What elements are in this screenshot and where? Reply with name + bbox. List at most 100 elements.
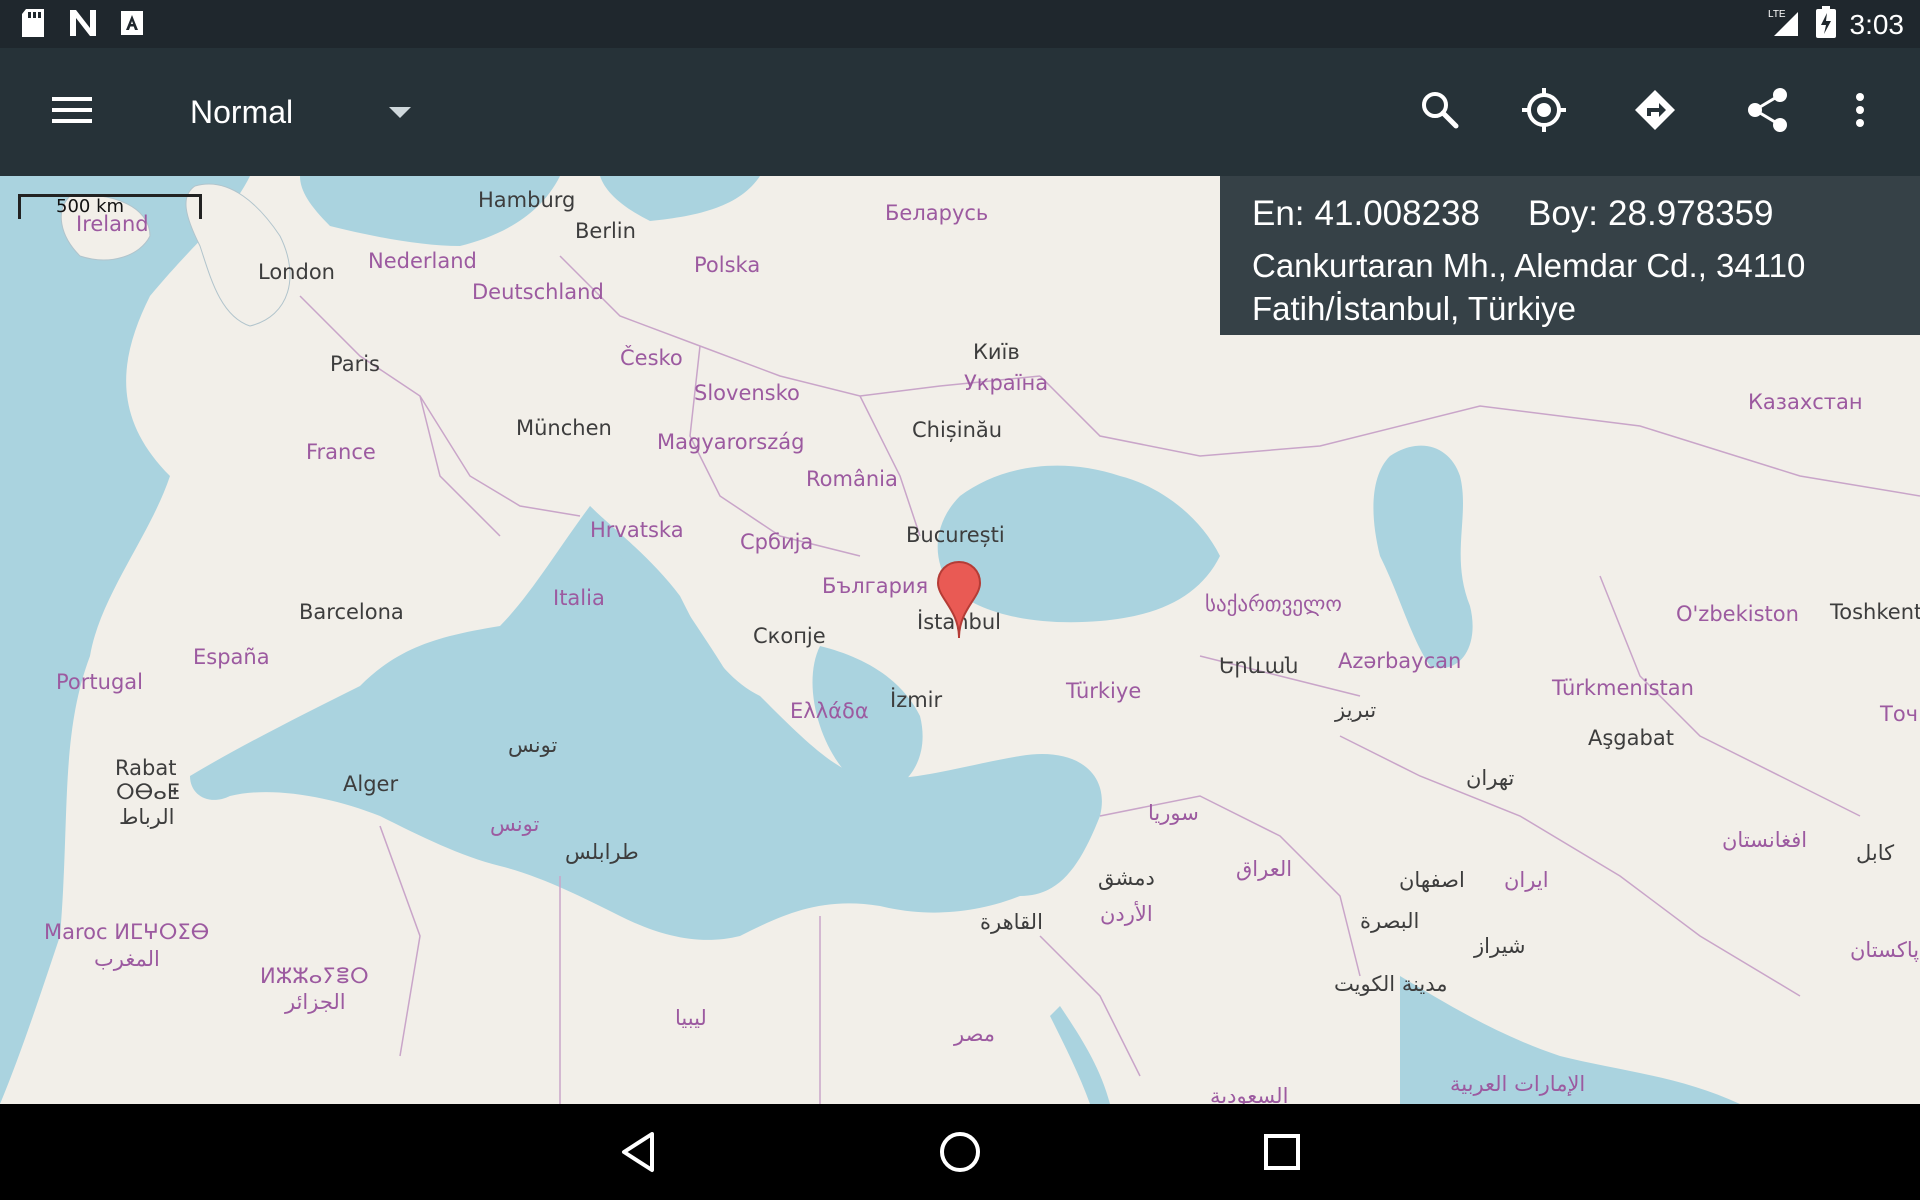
chevron-down-icon bbox=[389, 106, 412, 118]
map-label: تونس bbox=[490, 812, 540, 836]
map-label: Portugal bbox=[56, 670, 143, 694]
map-label: Azərbaycan bbox=[1338, 649, 1462, 673]
share-button[interactable] bbox=[1732, 76, 1804, 148]
back-button[interactable] bbox=[608, 1124, 668, 1184]
map-label: Hrvatska bbox=[590, 518, 684, 542]
map-label: دمشق bbox=[1098, 866, 1155, 890]
map-label: Paris bbox=[330, 352, 380, 376]
map-label: Nederland bbox=[368, 249, 477, 273]
map-label: Toshkent bbox=[1830, 600, 1920, 624]
map-label: Berlin bbox=[575, 219, 636, 243]
map-label: Magyarország bbox=[657, 430, 805, 454]
overflow-menu-button[interactable] bbox=[1824, 76, 1896, 148]
location-marker[interactable] bbox=[936, 560, 982, 645]
map-label: ليبيا bbox=[675, 1006, 707, 1030]
map-label: Скопје bbox=[753, 624, 826, 648]
map-label: Alger bbox=[343, 772, 399, 796]
map-label: España bbox=[193, 645, 270, 669]
map-label: كابل bbox=[1856, 841, 1895, 865]
sd-card-icon bbox=[20, 8, 46, 38]
map-label: Barcelona bbox=[299, 600, 404, 624]
menu-button[interactable] bbox=[36, 76, 108, 148]
map-label: العراق bbox=[1236, 857, 1293, 881]
map-label: الرباط bbox=[119, 805, 175, 829]
map-label: Türkmenistan bbox=[1552, 676, 1694, 700]
map-label: افغانستان bbox=[1722, 828, 1808, 852]
longitude-value: 28.978359 bbox=[1608, 194, 1774, 233]
map-label: O'zbekiston bbox=[1676, 602, 1799, 626]
longitude-label: Boy: bbox=[1528, 194, 1599, 233]
status-time: 3:03 bbox=[1849, 8, 1905, 40]
recents-icon bbox=[1263, 1133, 1301, 1176]
map-label: Ελλάδα bbox=[790, 699, 869, 723]
map-label: ⵔⴱⴰⵟ bbox=[116, 780, 180, 804]
n-app-icon bbox=[68, 8, 98, 38]
map-label: مدينة الكويت bbox=[1334, 972, 1448, 996]
map-label: Hamburg bbox=[478, 188, 576, 212]
map-label: München bbox=[516, 416, 612, 440]
back-icon bbox=[618, 1130, 658, 1179]
map-label: تونس bbox=[508, 733, 558, 757]
search-button[interactable] bbox=[1404, 76, 1476, 148]
my-location-button[interactable] bbox=[1508, 76, 1580, 148]
map-label: القاهرة bbox=[980, 910, 1043, 934]
map-label: Deutschland bbox=[472, 280, 604, 304]
share-icon bbox=[1746, 87, 1790, 138]
map-label: اصفهان bbox=[1399, 868, 1465, 892]
address-text: Cankurtaran Mh., Alemdar Cd., 34110 Fati… bbox=[1252, 244, 1892, 330]
location-info-panel: En: 41.008238 Boy: 28.978359 Cankurtaran… bbox=[1220, 176, 1920, 335]
map-type-label: Normal bbox=[190, 93, 294, 130]
map-label: Türkiye bbox=[1066, 679, 1142, 703]
address-line-2: Fatih/İstanbul, Türkiye bbox=[1252, 290, 1577, 327]
map-label: Երևան bbox=[1219, 654, 1299, 678]
map-label: پاکستان bbox=[1850, 938, 1920, 962]
app-toolbar: Normal bbox=[0, 48, 1920, 176]
overflow-icon bbox=[1854, 92, 1866, 133]
map-label: شیراز bbox=[1474, 934, 1526, 958]
map-label: Київ bbox=[973, 340, 1020, 364]
signal-icon: LTE bbox=[1768, 6, 1802, 43]
latitude-label: En: bbox=[1252, 194, 1305, 233]
map-label: Italia bbox=[553, 586, 605, 610]
map-label: București bbox=[906, 523, 1005, 547]
map-label: London bbox=[258, 260, 335, 284]
map-label: البصرة bbox=[1360, 909, 1420, 933]
map-label: Rabat bbox=[115, 756, 177, 780]
map-type-dropdown[interactable]: Normal bbox=[190, 76, 412, 148]
map-label: România bbox=[806, 467, 898, 491]
recents-button[interactable] bbox=[1252, 1124, 1312, 1184]
map-label: الأردن bbox=[1100, 902, 1153, 926]
map-label: المغرب bbox=[94, 947, 160, 971]
map-label: الجزائر bbox=[285, 990, 346, 1014]
my-location-icon bbox=[1520, 86, 1568, 139]
map-label: France bbox=[306, 440, 376, 464]
map-label: Точикі bbox=[1880, 702, 1920, 726]
map-label: Казахстан bbox=[1748, 390, 1863, 414]
map-label: سوريا bbox=[1148, 801, 1199, 825]
directions-icon bbox=[1633, 88, 1677, 137]
latitude-value: 41.008238 bbox=[1314, 194, 1480, 233]
map-label: Slovensko bbox=[694, 381, 800, 405]
map-label: طرابلس bbox=[565, 840, 639, 864]
map-label: السعودية bbox=[1210, 1084, 1289, 1104]
map-label: Aşgabat bbox=[1588, 726, 1674, 750]
map-label: ايران bbox=[1504, 868, 1549, 892]
home-icon bbox=[938, 1130, 982, 1179]
address-line-1: Cankurtaran Mh., Alemdar Cd., 34110 bbox=[1252, 247, 1806, 284]
search-icon bbox=[1420, 90, 1460, 135]
map-label: Україна bbox=[964, 371, 1049, 395]
map-label: مصر bbox=[954, 1022, 996, 1046]
map-label: Србија bbox=[740, 530, 814, 554]
coordinates-row: En: 41.008238 Boy: 28.978359 bbox=[1252, 194, 1774, 234]
map-label: საქართველო bbox=[1205, 592, 1342, 616]
map-label: İzmir bbox=[890, 688, 943, 712]
map-label: България bbox=[822, 574, 929, 598]
directions-button[interactable] bbox=[1619, 76, 1691, 148]
status-notifications bbox=[20, 8, 144, 38]
home-button[interactable] bbox=[930, 1124, 990, 1184]
map-label: تهران bbox=[1466, 766, 1515, 790]
battery-charging-icon bbox=[1815, 6, 1836, 43]
svg-text:LTE: LTE bbox=[1768, 9, 1786, 20]
map-label: ⵍⵣⵣⴰⵢⴻⵔ bbox=[260, 964, 369, 988]
map-label: الإمارات العربية bbox=[1450, 1072, 1586, 1096]
